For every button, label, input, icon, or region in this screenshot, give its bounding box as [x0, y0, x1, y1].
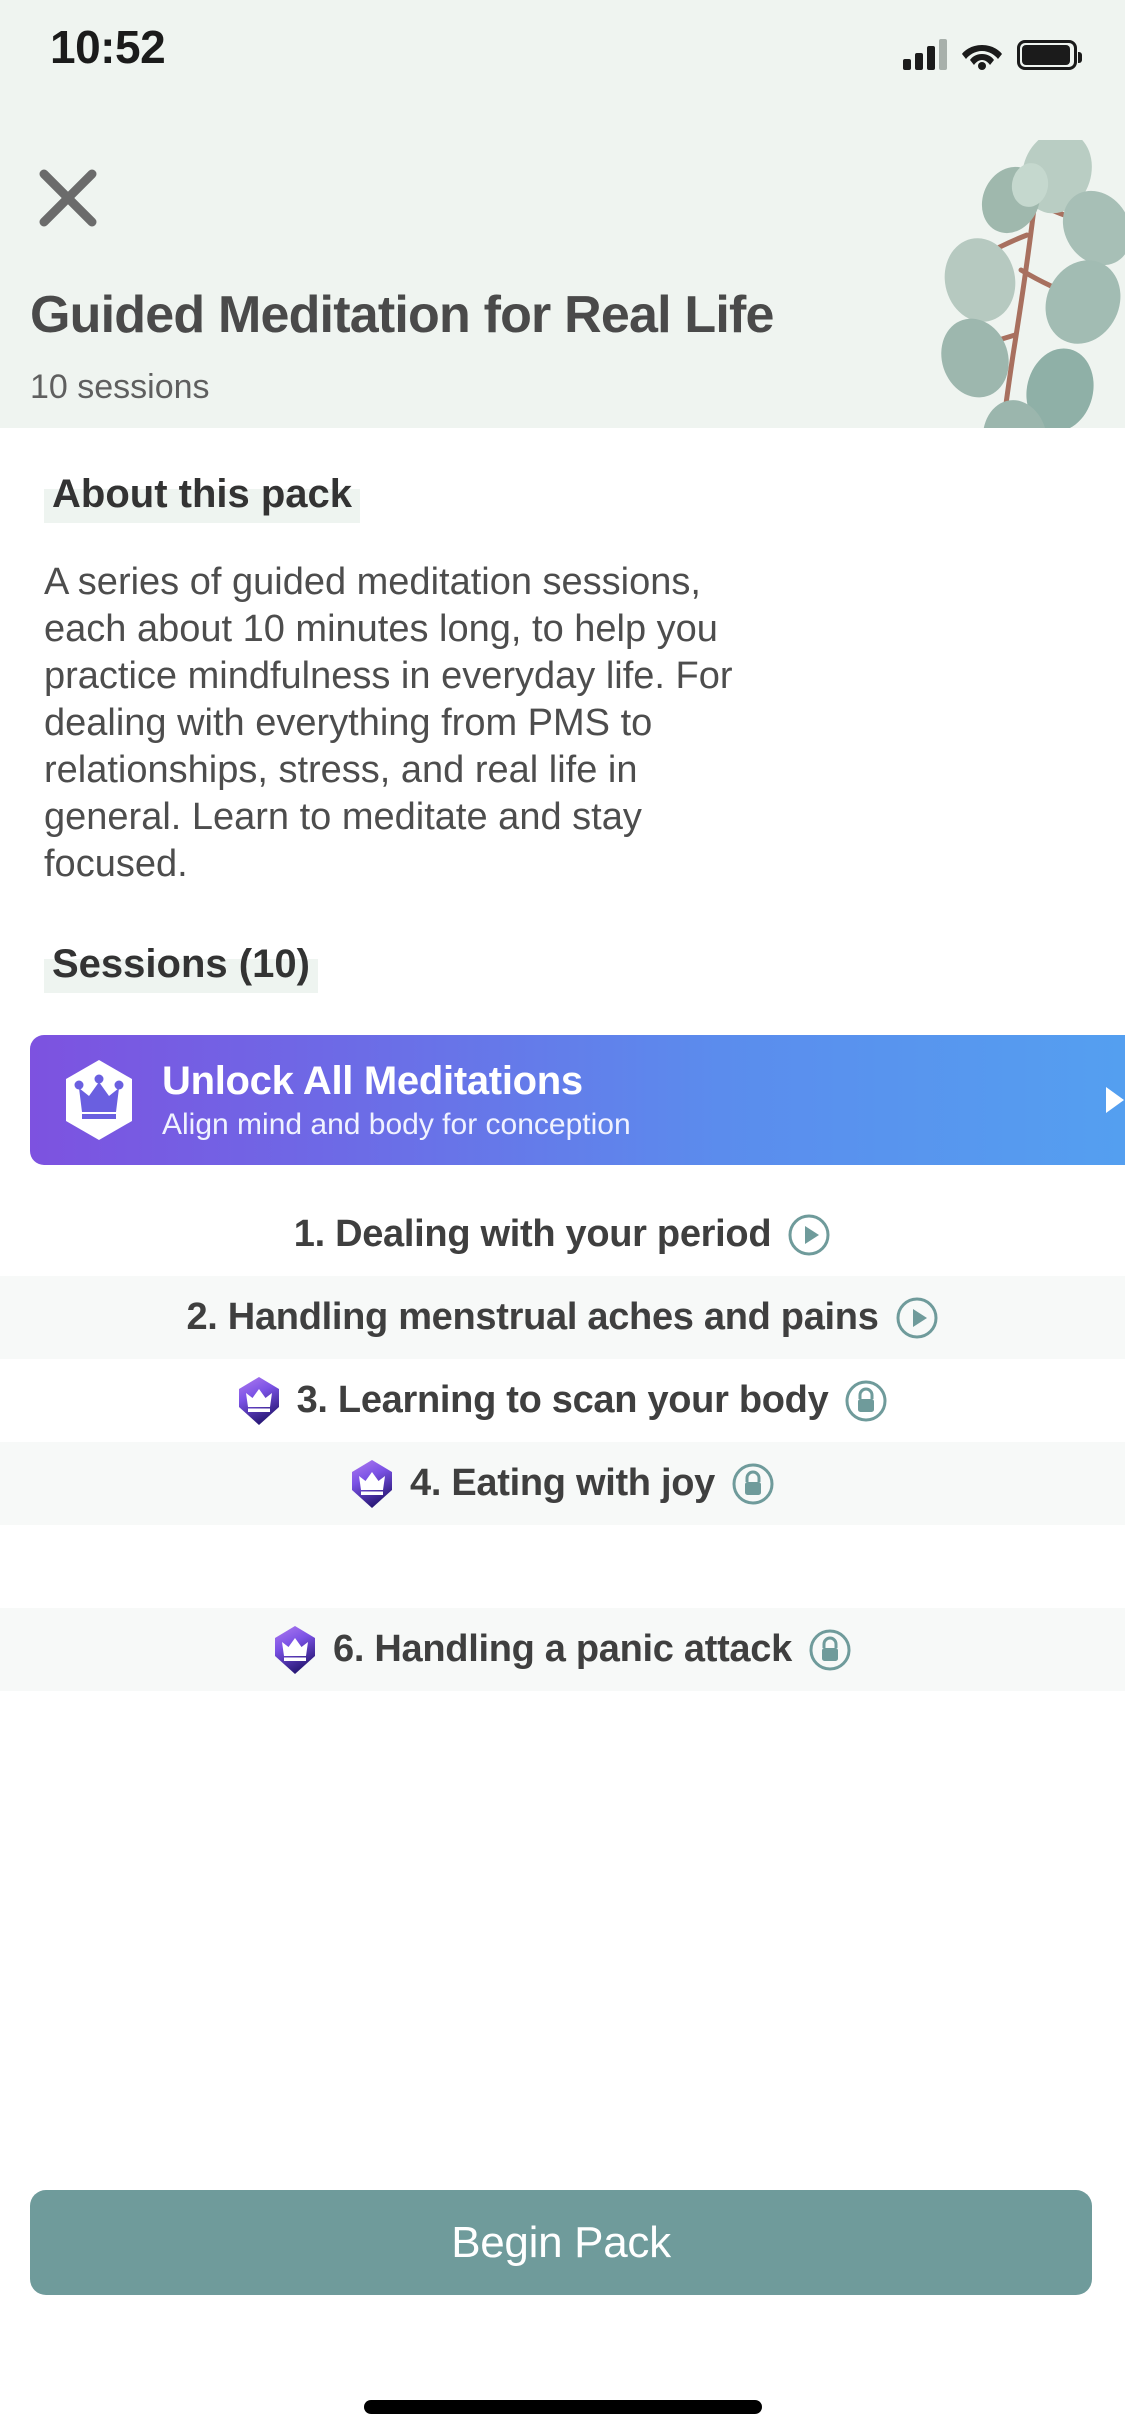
premium-crown-badge-icon [352, 1459, 393, 1508]
session-row[interactable]: 2. Handling menstrual aches and pains [0, 1276, 1125, 1359]
lock-circle-icon[interactable] [844, 1379, 888, 1423]
battery-icon [1017, 40, 1082, 70]
about-description: A series of guided meditation sessions, … [44, 561, 733, 885]
session-row[interactable]: 3. Learning to scan your body [0, 1359, 1125, 1442]
unlock-all-meditations-banner[interactable]: Unlock All Meditations Align mind and bo… [30, 1035, 1125, 1165]
about-section-heading: About this pack [44, 472, 361, 523]
lock-circle-icon[interactable] [808, 1628, 852, 1672]
sessions-list: 1. Dealing with your period 2. Handling … [0, 1193, 1125, 1691]
session-row-hidden [0, 1525, 1125, 1608]
page-title: Guided Meditation for Real Life [30, 286, 774, 344]
begin-pack-label: Begin Pack [451, 2217, 671, 2267]
cellular-signal-icon [903, 38, 947, 70]
home-indicator [363, 2400, 762, 2414]
unlock-banner-title: Unlock All Meditations [162, 1058, 583, 1103]
premium-crown-badge-icon [66, 1060, 132, 1140]
premium-crown-badge-icon [238, 1376, 279, 1425]
begin-pack-button[interactable]: Begin Pack [30, 2190, 1092, 2295]
pack-detail-content: About this pack A series of guided medit… [0, 428, 1125, 1691]
play-circle-icon[interactable] [895, 1296, 939, 1340]
session-title: 3. Learning to scan your body [296, 1379, 829, 1421]
eucalyptus-branch-illustration [941, 140, 1125, 428]
unlock-banner-subtitle: Align mind and body for conception [162, 1107, 631, 1141]
chevron-right-icon [1106, 1087, 1124, 1113]
session-count-label: 10 sessions [30, 368, 210, 406]
close-icon[interactable] [30, 160, 106, 236]
session-row[interactable]: 1. Dealing with your period [0, 1193, 1125, 1276]
session-title: 1. Dealing with your period [293, 1213, 772, 1255]
premium-crown-badge-icon [275, 1625, 316, 1674]
lock-circle-icon[interactable] [731, 1462, 775, 1506]
status-time: 10:52 [50, 21, 166, 73]
session-row[interactable]: 4. Eating with joy [0, 1442, 1125, 1525]
status-bar: 10:52 [0, 0, 1125, 100]
sessions-section-heading: Sessions (10) [44, 942, 318, 993]
session-row-band: 4. Eating with joy [0, 1442, 1125, 1525]
session-title: 4. Eating with joy [410, 1462, 715, 1504]
wifi-icon [962, 45, 1002, 70]
status-indicators [903, 26, 1082, 70]
app-screen: Guided Meditation for Real Life 10 sessi… [0, 0, 1125, 2436]
session-row[interactable]: 6. Handling a panic attack [0, 1608, 1125, 1691]
play-circle-icon[interactable] [787, 1213, 831, 1257]
session-title: 6. Handling a panic attack [333, 1628, 792, 1670]
session-title: 2. Handling menstrual aches and pains [186, 1296, 879, 1338]
unlock-banner-texts: Unlock All Meditations Align mind and bo… [162, 1059, 631, 1142]
